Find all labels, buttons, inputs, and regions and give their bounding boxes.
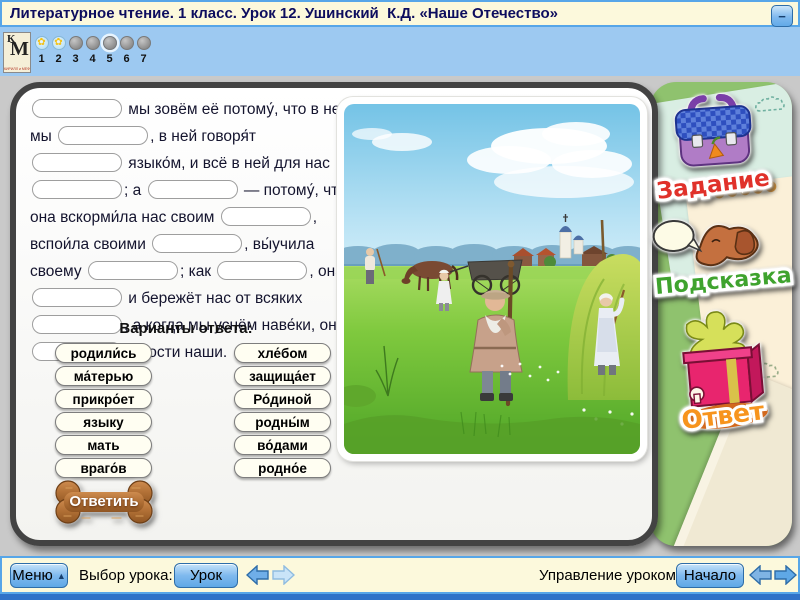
minimize-icon: −: [778, 10, 786, 23]
step-number: 6: [118, 53, 135, 65]
step-number: 5: [101, 53, 118, 65]
answer-submit-label: Ответить: [52, 480, 156, 522]
option-left-1[interactable]: родили́сь: [55, 343, 152, 363]
lesson-button-label: Урок: [190, 567, 222, 584]
lesson-step-6[interactable]: 6: [118, 36, 135, 65]
lesson-step-3[interactable]: 3: [67, 36, 84, 65]
option-right-4[interactable]: родны́м: [234, 412, 331, 432]
answer-blank[interactable]: [88, 261, 178, 280]
answer-blank[interactable]: [148, 180, 238, 199]
step-circle-done[interactable]: ✿: [35, 36, 49, 50]
menu-button[interactable]: Меню ▲: [10, 563, 68, 588]
menu-label: Меню: [12, 567, 53, 584]
lesson-button[interactable]: Урок: [174, 563, 238, 588]
answer-blank[interactable]: [32, 180, 122, 199]
answer-blank[interactable]: [32, 153, 122, 172]
option-right-5[interactable]: во́дами: [234, 435, 331, 455]
answer-blank[interactable]: [32, 288, 122, 307]
logo-caption: КИРИЛЛ и МЕФОДИЙ: [4, 67, 30, 71]
options-grid: родили́сь ма́терью прикро́ет языку мать враго…: [55, 343, 331, 481]
bottom-bar: Меню ▲ Выбор урока: Урок Управление урок…: [0, 556, 800, 594]
lesson-step-7[interactable]: 7: [135, 36, 152, 65]
start-button[interactable]: Начало: [676, 563, 744, 588]
hint-label: Подсказка: [654, 263, 792, 300]
answer-blank[interactable]: [32, 99, 122, 118]
step-number: 3: [67, 53, 84, 65]
option-left-6[interactable]: враго́в: [55, 458, 152, 478]
option-left-4[interactable]: языку: [55, 412, 152, 432]
answer-blank[interactable]: [58, 126, 148, 145]
application-window: Литературное чтение. 1 класс. Урок 12. У…: [0, 0, 800, 600]
hint-button[interactable]: Подсказка: [652, 212, 796, 300]
lesson-control-label: Управление уроком:: [539, 567, 680, 584]
lesson-step-4[interactable]: 4: [84, 36, 101, 65]
show-answer-button[interactable]: Ответ: [664, 300, 782, 434]
answer-blank[interactable]: [217, 261, 307, 280]
answer-blank[interactable]: [221, 207, 311, 226]
logo-letter-m: М: [10, 38, 29, 61]
step-number: 2: [50, 53, 67, 65]
illustration-frame: [337, 97, 647, 461]
option-left-2[interactable]: ма́терью: [55, 366, 152, 386]
options-header: Варианты ответа:: [46, 320, 326, 337]
exercise-text-segment: языко́м, и всё в ней для нас: [124, 155, 330, 172]
task-label: Задание: [655, 165, 771, 205]
exercise-text-segment: и бережёт нас от всяких: [124, 290, 302, 307]
bottom-strip: [0, 594, 800, 600]
answer-blank[interactable]: [152, 234, 242, 253]
step-circle-current[interactable]: [103, 36, 117, 50]
lesson-select-label: Выбор урока:: [79, 567, 173, 584]
options-column-left: родили́сь ма́терью прикро́ет языку мать враго…: [55, 343, 152, 481]
option-right-1[interactable]: хле́бом: [234, 343, 331, 363]
option-right-3[interactable]: Ро́диной: [234, 389, 331, 409]
step-number: 7: [135, 53, 152, 65]
task-button[interactable]: Задание: [662, 86, 766, 204]
exercise-text-segment: ; а: [124, 182, 146, 199]
control-next-arrow[interactable]: [774, 565, 797, 585]
exercise-text-segment: , в ней говоря́т: [150, 128, 256, 145]
lesson-step-list: ✿1✿234567: [33, 36, 152, 65]
exercise-text-segment: ; как: [180, 263, 215, 280]
km-logo: К М КИРИЛЛ и МЕФОДИЙ: [3, 32, 31, 73]
window-title: Литературное чтение. 1 класс. Урок 12. У…: [2, 5, 558, 22]
start-button-label: Начало: [684, 567, 736, 584]
illustration-rural-scene: [344, 104, 640, 454]
minimize-button[interactable]: −: [771, 5, 793, 27]
option-left-3[interactable]: прикро́ет: [55, 389, 152, 409]
lesson-prev-arrow[interactable]: [246, 565, 269, 585]
option-right-6[interactable]: родно́е: [234, 458, 331, 478]
title-bar: Литературное чтение. 1 класс. Урок 12. У…: [0, 0, 800, 27]
step-circle-todo[interactable]: [120, 36, 134, 50]
step-number: 1: [33, 53, 50, 65]
step-circle-done[interactable]: ✿: [52, 36, 66, 50]
option-right-2[interactable]: защища́ет: [234, 366, 331, 386]
options-column-right: хле́бом защища́ет Ро́диной родны́м во́дами ро…: [234, 343, 331, 481]
lesson-step-5[interactable]: 5: [101, 36, 118, 65]
lesson-nav-bar: К М КИРИЛЛ и МЕФОДИЙ ✿1✿234567: [0, 27, 800, 76]
step-circle-todo[interactable]: [69, 36, 83, 50]
lesson-step-2[interactable]: ✿2: [50, 36, 67, 65]
menu-up-arrow-icon: ▲: [57, 571, 66, 581]
task-panel: мы зовём её потому́, что в ней мы , в не…: [10, 82, 658, 546]
step-circle-todo[interactable]: [86, 36, 100, 50]
option-left-5[interactable]: мать: [55, 435, 152, 455]
lesson-step-1[interactable]: ✿1: [33, 36, 50, 65]
lesson-next-arrow[interactable]: [272, 565, 295, 585]
answer-submit-button[interactable]: Ответить: [52, 480, 156, 528]
flower-icon: ✿: [53, 37, 65, 49]
flower-icon: ✿: [36, 37, 48, 49]
control-prev-arrow[interactable]: [749, 565, 772, 585]
step-number: 4: [84, 53, 101, 65]
step-circle-todo[interactable]: [137, 36, 151, 50]
